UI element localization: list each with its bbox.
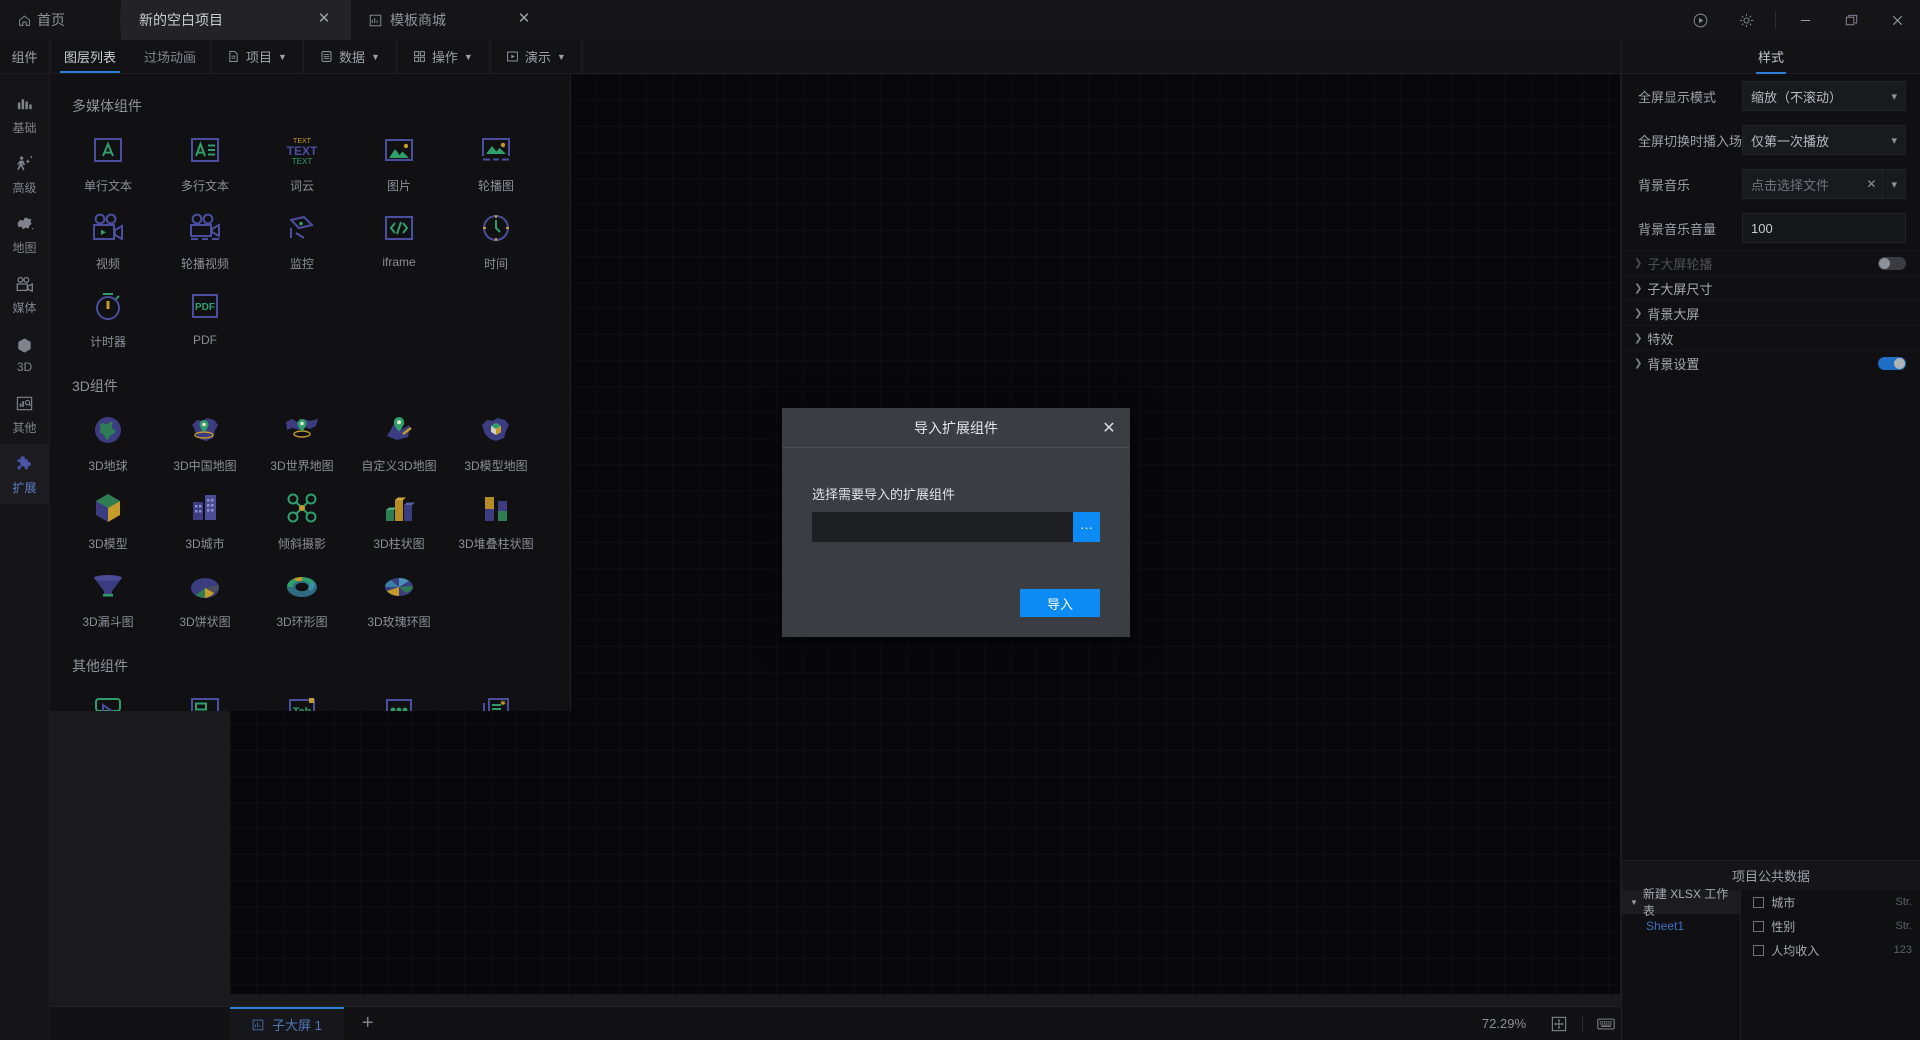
file-select-row: ··· [812, 512, 1100, 542]
dialog-field-label: 选择需要导入的扩展组件 [812, 487, 956, 502]
modal-overlay: 导入扩展组件 ✕ 选择需要导入的扩展组件 ··· 导入 [0, 0, 1920, 1040]
close-icon[interactable]: ✕ [1100, 419, 1118, 437]
browse-button[interactable]: ··· [1073, 512, 1100, 542]
dialog-footer: 导入 [1020, 589, 1100, 617]
dialog-header: 导入扩展组件 ✕ [782, 408, 1130, 448]
extension-file-input[interactable] [812, 512, 1073, 542]
dialog-title: 导入扩展组件 [914, 419, 998, 436]
dialog-body: 选择需要导入的扩展组件 ··· [782, 448, 1130, 542]
import-button[interactable]: 导入 [1020, 589, 1100, 617]
import-extension-dialog: 导入扩展组件 ✕ 选择需要导入的扩展组件 ··· 导入 [782, 408, 1130, 637]
